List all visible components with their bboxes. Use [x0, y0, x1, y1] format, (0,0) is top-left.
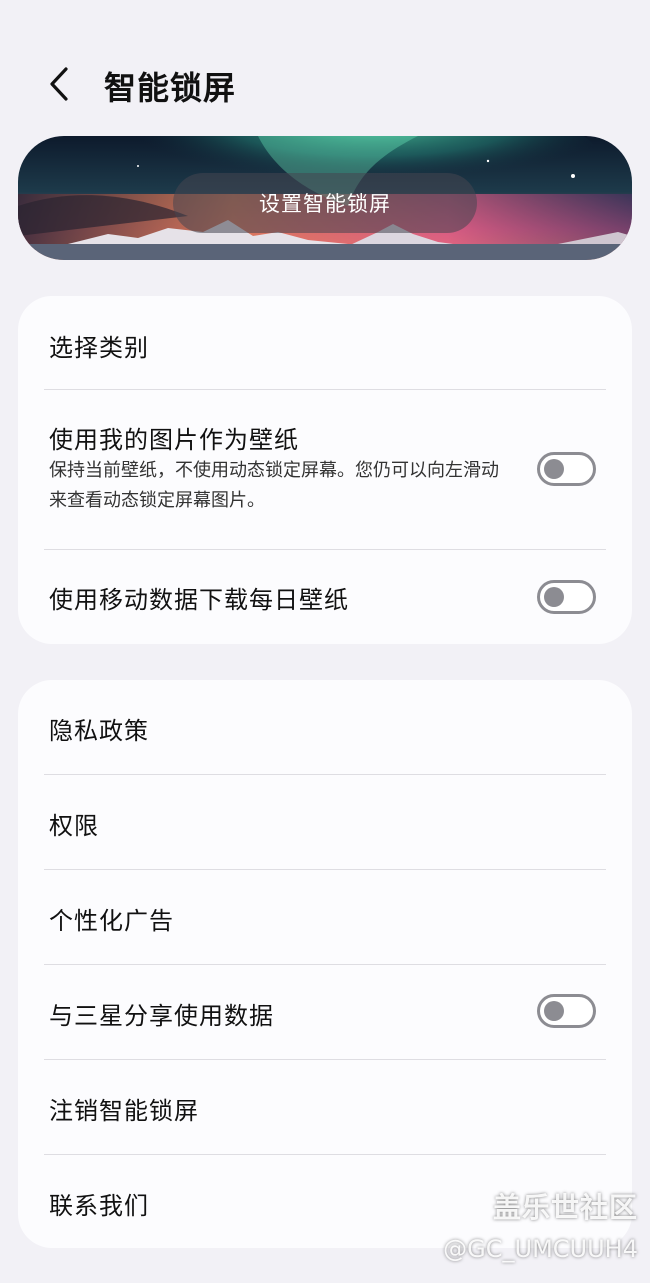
share-with-samsung-toggle[interactable]: [537, 994, 596, 1028]
permissions-item[interactable]: 权限: [18, 775, 632, 870]
mobile-data-download-toggle[interactable]: [537, 580, 596, 614]
select-category-label: 选择类别: [49, 334, 149, 362]
contact-us-label: 联系我们: [49, 1192, 149, 1220]
chevron-left-icon: [50, 67, 68, 101]
mobile-data-download-label: 使用移动数据下载每日壁纸: [49, 586, 349, 614]
share-with-samsung-label: 与三星分享使用数据: [49, 1002, 274, 1030]
select-category-item[interactable]: 选择类别: [18, 296, 632, 390]
use-my-images-label: 使用我的图片作为壁纸: [49, 426, 299, 454]
privacy-policy-label: 隐私政策: [49, 717, 149, 745]
use-my-images-description: 保持当前壁纸，不使用动态锁定屏幕。您仍可以向左滑动来查看动态锁定屏幕图片。: [49, 460, 499, 511]
use-my-images-toggle[interactable]: [537, 452, 596, 486]
set-smart-lockscreen-button[interactable]: 设置智能锁屏: [173, 173, 477, 233]
info-card: 隐私政策 权限 个性化广告 与三星分享使用数据 注销智能锁屏 联系我们: [18, 680, 632, 1248]
personalized-ads-item[interactable]: 个性化广告: [18, 870, 632, 965]
share-with-samsung-item[interactable]: 与三星分享使用数据: [18, 965, 632, 1060]
unsubscribe-label: 注销智能锁屏: [49, 1097, 199, 1125]
unsubscribe-item[interactable]: 注销智能锁屏: [18, 1060, 632, 1155]
privacy-policy-item[interactable]: 隐私政策: [18, 680, 632, 774]
toggle-knob: [544, 459, 564, 479]
toggle-knob: [544, 1001, 564, 1021]
watermark-handle: @GC_UMCUUH4: [443, 1235, 638, 1263]
back-button[interactable]: [36, 60, 84, 108]
permissions-label: 权限: [49, 812, 99, 840]
toggle-knob: [544, 587, 564, 607]
page-title: 智能锁屏: [104, 69, 237, 107]
watermark-community: 盖乐世社区: [492, 1191, 638, 1224]
mobile-data-download-item[interactable]: 使用移动数据下载每日壁纸: [18, 550, 632, 644]
settings-card: 选择类别 使用我的图片作为壁纸 保持当前壁纸，不使用动态锁定屏幕。您仍可以向左滑…: [18, 296, 632, 644]
personalized-ads-label: 个性化广告: [49, 907, 174, 935]
use-my-images-item[interactable]: 使用我的图片作为壁纸 保持当前壁纸，不使用动态锁定屏幕。您仍可以向左滑动来查看动…: [18, 390, 632, 550]
app-header: 智能锁屏: [0, 50, 650, 116]
smart-lockscreen-banner: 设置智能锁屏: [18, 136, 632, 260]
